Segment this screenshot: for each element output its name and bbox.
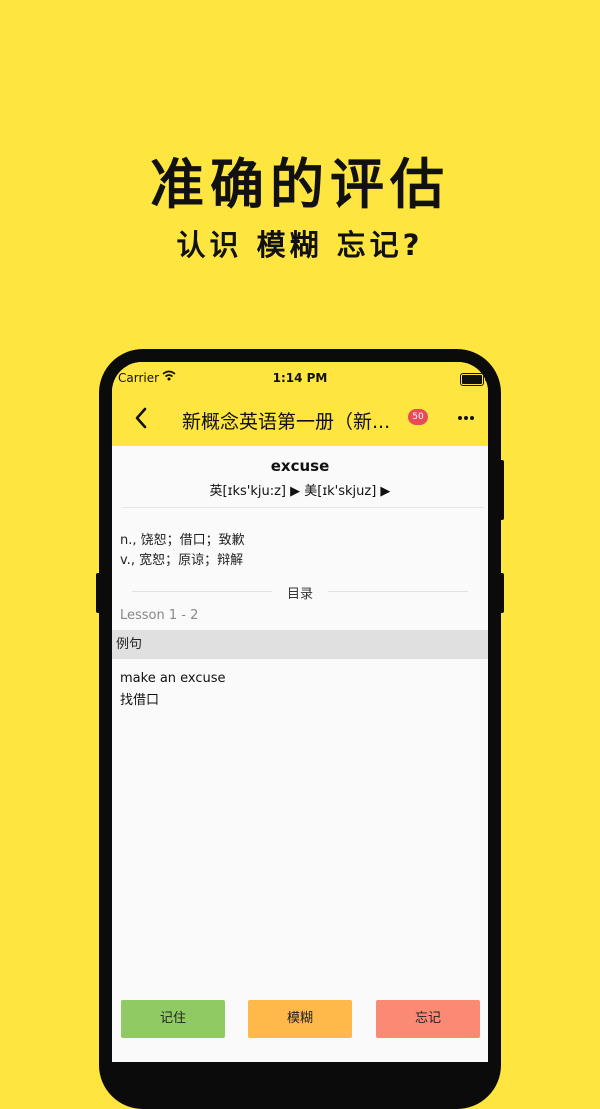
divider (122, 507, 484, 508)
phone-side-button-right-2 (500, 573, 504, 613)
phone-side-button-left (96, 573, 100, 613)
word-term: excuse (270, 457, 330, 475)
directory-label: 目录 (286, 587, 313, 602)
divider (328, 591, 468, 592)
status-bar: Carrier 1:14 PM (112, 362, 488, 392)
navigation-bar: 新概念英语第一册（新... 50 (112, 396, 488, 442)
word-phonetic[interactable]: 英[ɪks'kju:z] ▶ 美[ɪk'skjuz] ▶ (112, 480, 488, 499)
clock: 1:14 PM (272, 371, 328, 385)
example-section-header: 例句 (112, 630, 488, 659)
example-chinese: 找借口 (120, 693, 160, 708)
definition-verb: v., 宽恕；原谅；辩解 (120, 553, 244, 568)
back-chevron-icon[interactable] (130, 406, 154, 430)
forget-button[interactable]: 忘记 (376, 1000, 480, 1038)
fuzzy-button[interactable]: 模糊 (248, 1000, 352, 1038)
battery-icon (460, 373, 487, 386)
definition-noun: n., 饶恕；借口；致歉 (120, 533, 245, 548)
phone-screen: Carrier 1:14 PM 新概念英语第一册（新... 50 excuse … (112, 362, 488, 1062)
count-badge: 50 (408, 409, 428, 425)
top-bar: Carrier 1:14 PM 新概念英语第一册（新... 50 (112, 362, 488, 446)
remember-button[interactable]: 记住 (121, 1000, 225, 1038)
promo-title: 准确的评估 (150, 153, 450, 216)
example-english: make an excuse (120, 671, 226, 686)
lesson-label: Lesson 1 - 2 (120, 608, 199, 623)
more-ellipsis-icon[interactable] (458, 416, 476, 422)
phone-side-button-right-1 (500, 460, 504, 520)
promo-subtitle: 认识 模糊 忘记? (176, 228, 424, 262)
page-title: 新概念英语第一册（新... (182, 411, 391, 433)
